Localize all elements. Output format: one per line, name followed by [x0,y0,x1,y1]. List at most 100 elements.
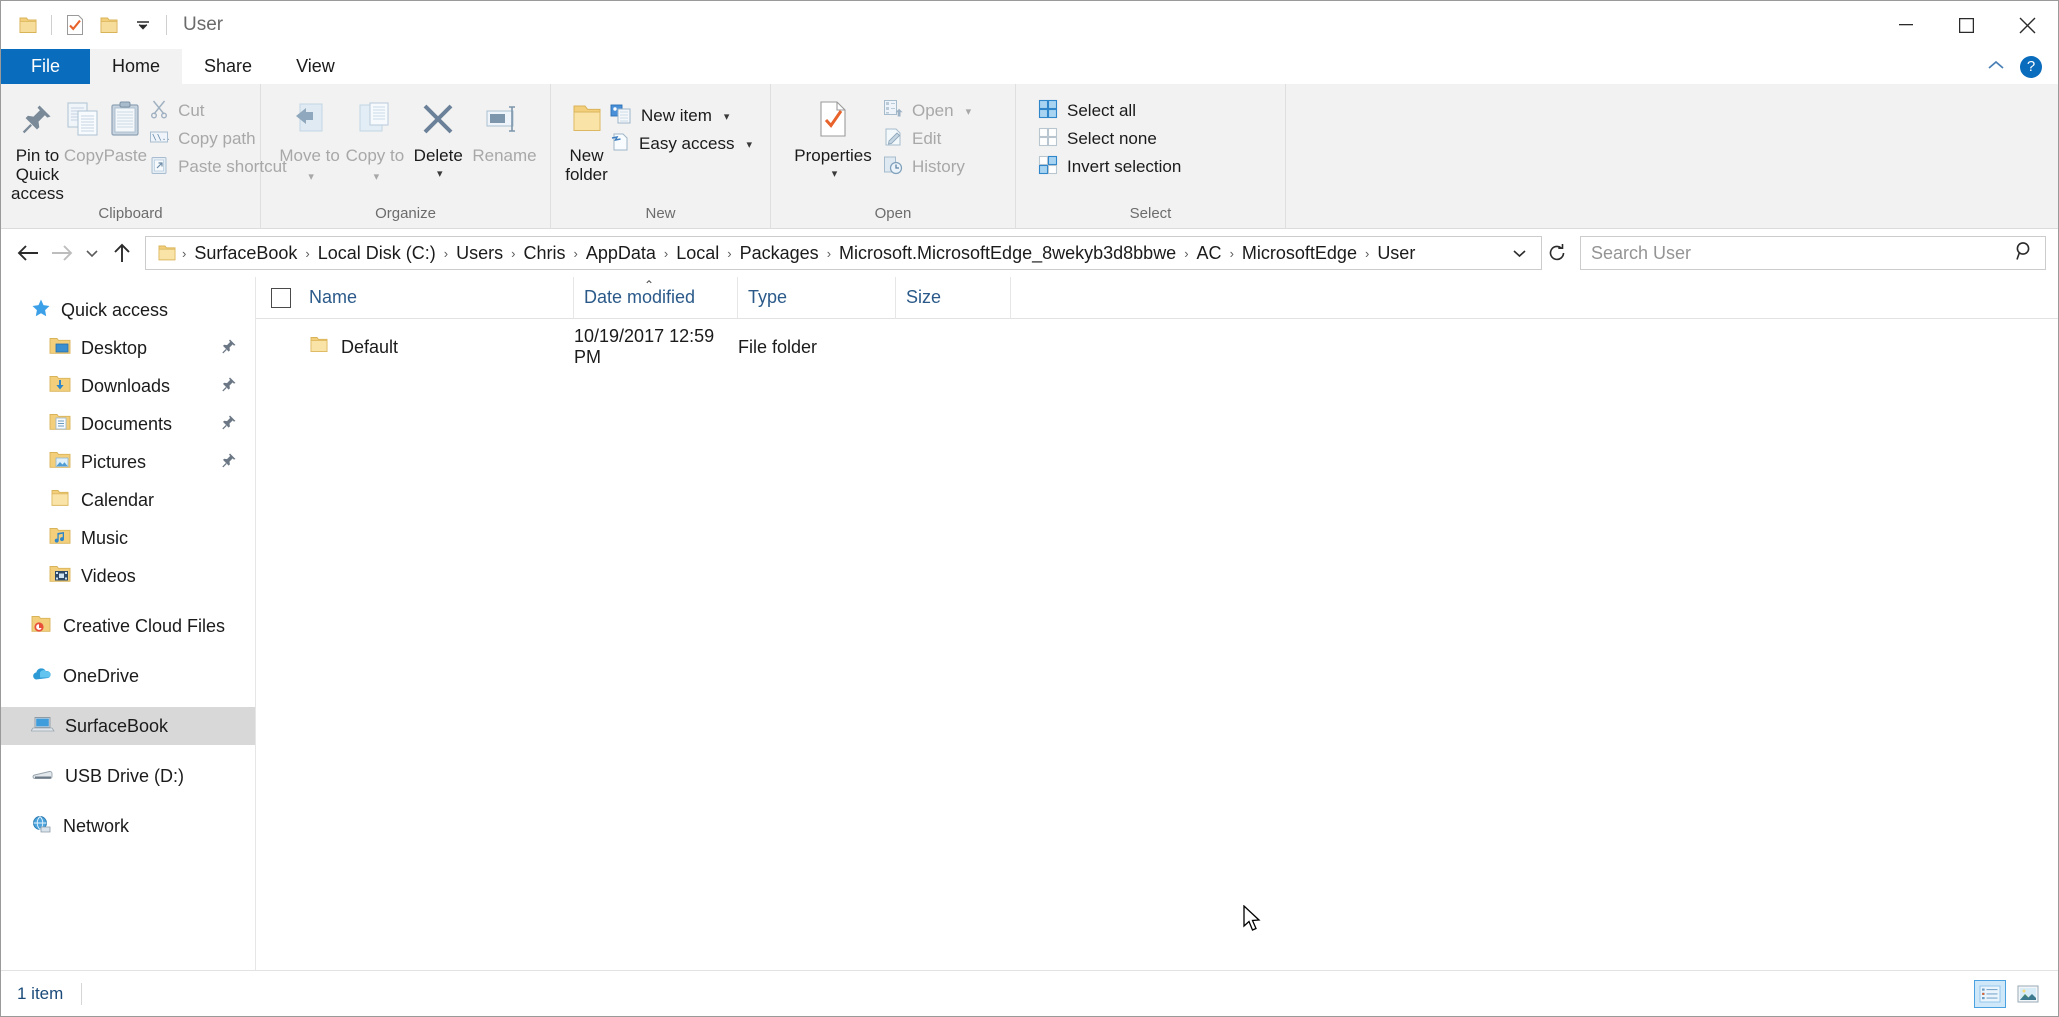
back-button[interactable] [11,236,45,270]
tab-file[interactable]: File [1,49,90,84]
breadcrumb-item-local-disk[interactable]: Local Disk (C:) [312,243,442,264]
search-input[interactable]: Search User [1580,236,2046,270]
breadcrumb[interactable]: › SurfaceBook › Local Disk (C:) › Users … [145,236,1542,270]
breadcrumb-item-edge-package[interactable]: Microsoft.MicrosoftEdge_8wekyb3d8bbwe [833,243,1182,264]
sidebar-item-creative-cloud-files[interactable]: Creative Cloud Files [1,607,255,645]
sidebar-label: USB Drive (D:) [65,766,184,787]
delete-button[interactable]: Delete ▾ [408,92,469,184]
chevron-down-icon[interactable]: ▾ [724,110,730,123]
copy-label: Copy [64,146,104,165]
easy-access-icon [610,132,630,157]
file-name-label: Default [341,337,398,358]
chevron-down-icon: ▾ [966,105,972,118]
copy-icon [65,96,103,142]
easy-access-button[interactable]: Easy access ▾ [608,130,760,158]
pin-icon[interactable] [221,376,237,397]
address-bar: › SurfaceBook › Local Disk (C:) › Users … [1,229,2058,277]
folder-pictures-icon [49,451,71,474]
sidebar-item-network[interactable]: Network [1,807,255,845]
refresh-button[interactable] [1542,236,1572,270]
pin-icon[interactable] [221,338,237,359]
pin-icon[interactable] [221,452,237,473]
chevron-down-icon: ▾ [308,171,314,183]
minimize-button[interactable] [1875,1,1936,49]
breadcrumb-dropdown-chevron-down-icon[interactable] [1502,246,1537,261]
help-icon[interactable]: ? [2020,56,2042,78]
breadcrumb-item-surfacebook[interactable]: SurfaceBook [188,243,303,264]
sidebar-item-documents[interactable]: Documents [1,405,255,443]
tab-share[interactable]: Share [182,49,274,84]
chevron-down-icon[interactable]: ▾ [797,165,871,184]
navigation-pane: Quick access Desktop [1,277,256,970]
tab-home[interactable]: Home [90,49,182,84]
scissors-icon [149,99,169,124]
breadcrumb-item-users[interactable]: Users [450,243,509,264]
history-icon [883,155,903,180]
invert-selection-button[interactable]: Invert selection [1036,153,1189,181]
sidebar-item-quick-access[interactable]: Quick access [1,291,255,329]
sidebar-item-videos[interactable]: Videos [1,557,255,595]
select-none-button[interactable]: Select none [1036,125,1189,153]
explorer-body: Quick access Desktop [1,277,2058,970]
window-controls [1875,1,2058,49]
properties-label: Properties ▾ [794,146,871,184]
select-small-buttons: Select all Select none [1036,92,1189,181]
column-header-name[interactable]: Name [256,277,574,319]
chevron-down-icon[interactable]: ▾ [417,165,463,184]
new-item-button[interactable]: New item ▾ [608,102,760,130]
breadcrumb-item-user[interactable]: User [1371,243,1421,264]
new-folder-icon[interactable] [92,8,126,42]
properties-icon[interactable] [58,8,92,42]
sidebar-item-pictures[interactable]: Pictures [1,443,255,481]
properties-button[interactable]: Properties ▾ [785,92,881,184]
collapse-ribbon-chevron-up-icon[interactable] [1986,58,2006,76]
breadcrumb-separator: › [442,246,450,261]
column-header-type[interactable]: Type [738,277,896,319]
sidebar-label: Quick access [61,300,168,321]
select-all-button[interactable]: Select all [1036,97,1189,125]
sidebar-item-surfacebook[interactable]: SurfaceBook [1,707,255,745]
select-all-checkbox[interactable] [271,288,291,308]
ribbon-group-label-select: Select [1016,205,1285,229]
sidebar-item-usb-drive[interactable]: USB Drive (D:) [1,757,255,795]
breadcrumb-item-microsoftedge[interactable]: MicrosoftEdge [1236,243,1363,264]
breadcrumb-separator: › [1182,246,1190,261]
table-row[interactable]: Default 10/19/2017 12:59 PM File folder [256,327,2058,367]
close-button[interactable] [1997,1,2058,49]
status-divider [81,983,82,1005]
breadcrumb-item-local[interactable]: Local [670,243,725,264]
large-icons-view-button[interactable] [2012,980,2044,1008]
search-icon[interactable] [2015,241,2035,266]
tab-view[interactable]: View [274,49,357,84]
up-button[interactable] [105,236,139,270]
breadcrumb-item-ac[interactable]: AC [1191,243,1228,264]
breadcrumb-item-appdata[interactable]: AppData [580,243,662,264]
copy-to-button: Copy to ▾ [342,92,407,187]
sidebar-item-calendar[interactable]: Calendar [1,481,255,519]
customize-qat-chevron-down-icon[interactable] [126,8,160,42]
column-header-date-modified[interactable]: Date modified [574,277,738,319]
maximize-button[interactable] [1936,1,1997,49]
details-view-button[interactable] [1974,980,2006,1008]
copy-to-icon [356,96,394,142]
sidebar-label: Downloads [81,376,170,397]
new-folder-button[interactable]: New folder [565,92,608,184]
sidebar-item-music[interactable]: Music [1,519,255,557]
sidebar-label: SurfaceBook [65,716,168,737]
breadcrumb-item-packages[interactable]: Packages [734,243,825,264]
folder-icon [49,489,71,512]
chevron-down-icon[interactable]: ▾ [746,138,752,151]
laptop-icon [31,715,55,738]
paste-button: Paste [104,92,147,165]
pin-to-quick-access-button[interactable]: Pin to Quick access [11,92,64,203]
sidebar-item-desktop[interactable]: Desktop [1,329,255,367]
recent-locations-chevron-down-icon[interactable] [79,236,105,270]
sidebar-item-downloads[interactable]: Downloads [1,367,255,405]
edit-label: Edit [912,129,941,149]
sidebar-item-onedrive[interactable]: OneDrive [1,657,255,695]
pin-icon[interactable] [221,414,237,435]
column-header-size[interactable]: Size [896,277,1011,319]
breadcrumb-item-chris[interactable]: Chris [517,243,571,264]
onedrive-icon [31,666,53,687]
breadcrumb-separator: › [509,246,517,261]
